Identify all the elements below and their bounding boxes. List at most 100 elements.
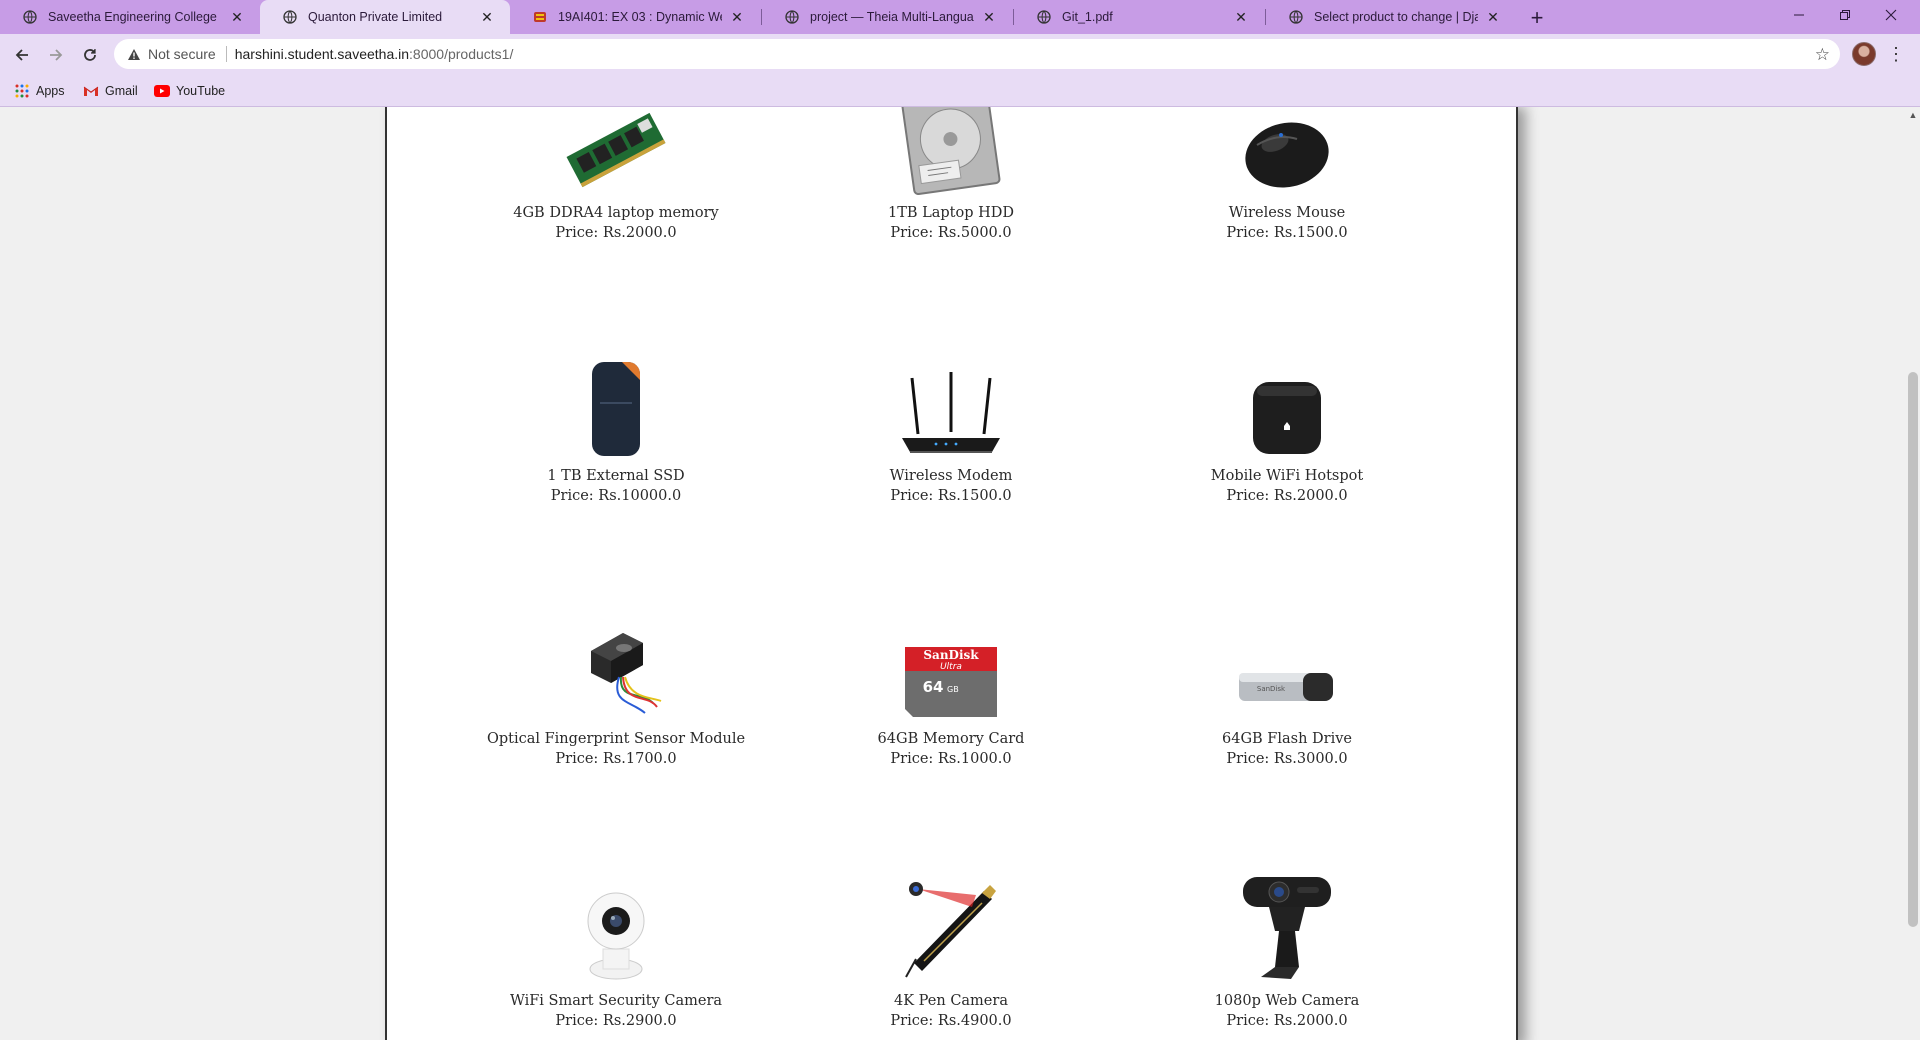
url-host: harshini.student.saveetha.in (234, 46, 410, 62)
bookmarks-bar: Apps Gmail YouTube (0, 74, 1920, 107)
close-icon[interactable]: ✕ (1232, 8, 1250, 26)
page-viewport: 4GB DDRA4 laptop memory Price: Rs.2000.0… (0, 107, 1906, 1040)
new-tab-button[interactable]: + (1524, 5, 1550, 31)
address-bar[interactable]: Not secure harshini.student.saveetha.in:… (114, 39, 1840, 69)
memory-card-size: 64 (923, 678, 944, 696)
product-name: 4GB DDRA4 laptop memory (513, 205, 719, 221)
product-card: 1 TB External SSD Price: Rs.10000.0 (466, 350, 766, 506)
memory-card-icon: SanDisk Ultra 64 GB (801, 613, 1101, 721)
scroll-thumb[interactable] (1908, 372, 1918, 927)
product-name: WiFi Smart Security Camera (509, 993, 723, 1009)
product-card: Optical Fingerprint Sensor Module Price:… (466, 613, 766, 769)
product-name: 1 TB External SSD (547, 468, 685, 484)
product-name: 64GB Flash Drive (1222, 731, 1352, 747)
tab-quanton[interactable]: Quanton Private Limited ✕ (260, 0, 510, 34)
apps-grid-icon (14, 83, 30, 99)
close-icon[interactable]: ✕ (728, 8, 746, 26)
product-card: 4GB DDRA4 laptop memory Price: Rs.2000.0 (466, 107, 766, 243)
product-name: 1TB Laptop HDD (887, 205, 1015, 221)
webcam-icon (1137, 875, 1437, 983)
tab-theia-project[interactable]: project — Theia Multi-Language Ex ✕ (762, 0, 1012, 34)
browser-toolbar: Not secure harshini.student.saveetha.in:… (0, 34, 1920, 74)
restore-button[interactable] (1822, 0, 1868, 30)
tab-title: Select product to change | Django s (1314, 10, 1478, 24)
product-card: SanDisk 64GB Flash Drive Price: Rs.3000.… (1137, 613, 1437, 769)
product-name: Wireless Modem (889, 468, 1013, 484)
close-icon[interactable]: ✕ (980, 8, 998, 26)
bookmark-star-icon[interactable]: ☆ (1815, 45, 1830, 65)
globe-icon (22, 9, 38, 25)
minimize-button[interactable] (1776, 0, 1822, 30)
product-name: 64GB Memory Card (877, 731, 1025, 747)
tab-title: Git_1.pdf (1062, 10, 1113, 24)
product-price: Price: Rs.1700.0 (555, 751, 677, 767)
flash-drive-brand: SanDisk (1257, 685, 1286, 693)
external-ssd-icon (466, 350, 766, 458)
close-window-button[interactable] (1868, 0, 1914, 30)
flash-drive-icon: SanDisk (1137, 613, 1437, 721)
warning-icon[interactable] (126, 46, 142, 62)
product-card: Mobile WiFi Hotspot Price: Rs.2000.0 (1137, 350, 1437, 506)
tab-git-pdf[interactable]: Git_1.pdf ✕ (1014, 0, 1264, 34)
url-text[interactable]: harshini.student.saveetha.in:8000/produc… (235, 46, 514, 62)
close-icon[interactable]: ✕ (478, 8, 496, 26)
product-name: Optical Fingerprint Sensor Module (486, 731, 746, 747)
product-name: Mobile WiFi Hotspot (1210, 468, 1364, 484)
product-catalog-panel: 4GB DDRA4 laptop memory Price: Rs.2000.0… (385, 107, 1518, 1040)
tab-saveetha-college[interactable]: Saveetha Engineering College ✕ (0, 0, 260, 34)
bookmark-apps[interactable]: Apps (14, 81, 65, 101)
tab-title: Saveetha Engineering College (48, 10, 217, 24)
product-card: SanDisk Ultra 64 GB 64GB Memory Card Price:… (801, 613, 1101, 769)
bookmark-gmail[interactable]: Gmail (83, 81, 138, 101)
security-camera-icon (466, 875, 766, 983)
address-divider (225, 46, 227, 62)
reload-button[interactable] (76, 41, 104, 69)
globe-icon (282, 9, 298, 25)
url-path: :8000/products1/ (409, 46, 514, 62)
gmail-icon (83, 83, 99, 99)
product-price: Price: Rs.2000.0 (1226, 1013, 1348, 1029)
security-status[interactable]: Not secure (148, 46, 216, 62)
product-name: 1080p Web Camera (1214, 993, 1360, 1009)
product-name: 4K Pen Camera (894, 993, 1008, 1009)
memory-card-unit: GB (947, 685, 959, 694)
fingerprint-sensor-icon (466, 613, 766, 721)
bookmark-label: Gmail (105, 84, 138, 98)
menu-dots-icon[interactable]: ⋮ (1886, 42, 1906, 66)
youtube-icon (154, 83, 170, 99)
product-price: Price: Rs.1500.0 (890, 488, 1012, 504)
product-price: Price: Rs.2000.0 (555, 225, 677, 241)
product-price: Price: Rs.1000.0 (890, 751, 1012, 767)
tab-title: 19AI401: EX 03 : Dynamic Website f (558, 10, 722, 24)
product-price: Price: Rs.3000.0 (1226, 751, 1348, 767)
tab-title: project — Theia Multi-Language Ex (810, 10, 974, 24)
forward-button[interactable] (42, 41, 70, 69)
tab-title: Quanton Private Limited (308, 10, 443, 24)
bookmark-label: Apps (36, 84, 65, 98)
profile-avatar[interactable] (1852, 42, 1876, 66)
mouse-icon (1137, 107, 1437, 195)
bookmark-label: YouTube (176, 84, 226, 98)
globe-icon (1036, 9, 1052, 25)
product-price: Price: Rs.5000.0 (890, 225, 1012, 241)
tab-ex03-dynamic-website[interactable]: 19AI401: EX 03 : Dynamic Website f ✕ (510, 0, 760, 34)
globe-icon (1288, 9, 1304, 25)
product-price: Price: Rs.10000.0 (550, 488, 682, 504)
product-card: 1080p Web Camera Price: Rs.2000.0 (1137, 875, 1437, 1031)
product-card: 1TB Laptop HDD Price: Rs.5000.0 (801, 107, 1101, 243)
scroll-up-arrow-icon[interactable]: ▲ (1906, 109, 1920, 121)
saveetha-logo-icon (532, 9, 548, 25)
memory-card-line: Ultra (940, 662, 962, 672)
page-scrollbar[interactable]: ▲ (1906, 107, 1920, 1040)
tab-strip: Saveetha Engineering College ✕ Quanton P… (0, 0, 1920, 34)
tab-django-admin[interactable]: Select product to change | Django s ✕ (1266, 0, 1516, 34)
product-price: Price: Rs.2000.0 (1226, 488, 1348, 504)
close-icon[interactable]: ✕ (228, 8, 246, 26)
back-button[interactable] (8, 41, 36, 69)
memory-card-brand: SanDisk (923, 648, 979, 662)
ram-module-icon (466, 107, 766, 195)
product-price: Price: Rs.2900.0 (555, 1013, 677, 1029)
close-icon[interactable]: ✕ (1484, 8, 1502, 26)
pen-camera-icon (801, 875, 1101, 983)
bookmark-youtube[interactable]: YouTube (154, 81, 225, 101)
